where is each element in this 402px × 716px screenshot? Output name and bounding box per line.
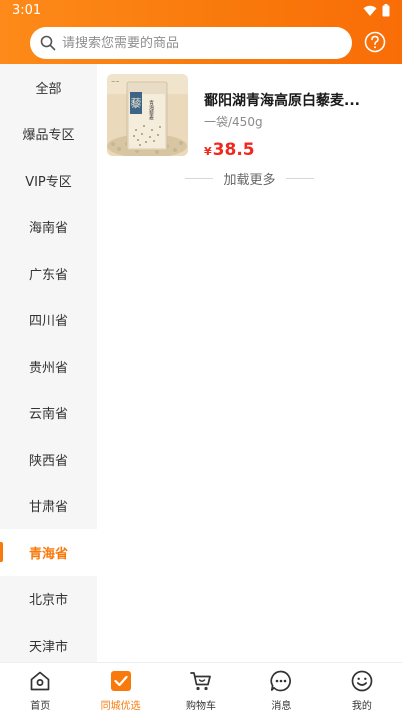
sidebar-item-label: 四川省 <box>28 314 68 330</box>
search-input[interactable] <box>62 35 342 51</box>
sidebar-item-shaanxi[interactable]: 陕西省 <box>0 436 97 483</box>
sidebar-item-guangdong[interactable]: 广东省 <box>0 250 97 297</box>
search-box[interactable] <box>30 27 352 59</box>
sidebar-item-guizhou[interactable]: 贵州省 <box>0 343 97 390</box>
product-list: 藜 青海藜麦 ∽∽ 鄱阳湖青海高原白藜麦... 一袋/450g ¥38.5 加载… <box>97 64 402 662</box>
product-spec: 一袋/450g <box>204 115 263 129</box>
sidebar-item-label: 陕西省 <box>28 453 68 469</box>
status-time: 3:01 <box>12 3 42 18</box>
sidebar-item-label: 云南省 <box>28 407 68 423</box>
load-more[interactable]: 加载更多 <box>97 168 402 188</box>
sidebar-item-label: VIP专区 <box>25 174 72 190</box>
svg-text:∽∽: ∽∽ <box>111 79 119 85</box>
sidebar-item-label: 甘肃省 <box>28 500 68 516</box>
product-card[interactable]: 藜 青海藜麦 ∽∽ 鄱阳湖青海高原白藜麦... 一袋/450g ¥38.5 <box>107 74 397 160</box>
smile-icon <box>351 670 373 692</box>
sidebar-item-label: 全部 <box>35 81 62 97</box>
tab-label: 同城优选 <box>100 701 141 712</box>
quinoa-package-image: 藜 青海藜麦 ∽∽ <box>107 74 188 156</box>
product-price: ¥38.5 <box>204 140 255 160</box>
cart-icon <box>190 672 211 691</box>
sidebar-item-qinghai[interactable]: 青海省 <box>0 529 97 576</box>
product-name[interactable]: 鄱阳湖青海高原白藜麦... <box>204 90 394 110</box>
load-more-text: 加载更多 <box>223 172 276 188</box>
svg-text:藜: 藜 <box>131 97 142 110</box>
battery-icon <box>382 4 390 17</box>
sidebar-item-tianjin[interactable]: 天津市 <box>0 622 97 662</box>
sidebar-item-sichuan[interactable]: 四川省 <box>0 297 97 344</box>
tab-home[interactable]: 首页 <box>0 663 80 716</box>
tab-messages[interactable]: 消息 <box>241 663 321 716</box>
sidebar-item-label: 北京市 <box>28 593 68 609</box>
sidebar-item-label: 广东省 <box>28 267 68 283</box>
status-bar: 3:01 <box>0 0 402 22</box>
tab-local-select[interactable]: 同城优选 <box>80 663 160 716</box>
divider-line <box>185 177 214 179</box>
sidebar-item-label: 海南省 <box>28 221 68 237</box>
tab-label: 首页 <box>30 701 51 712</box>
sidebar-item-vip[interactable]: VIP专区 <box>0 157 97 204</box>
sidebar-item-yunnan[interactable]: 云南省 <box>0 390 97 437</box>
category-sidebar: 全部 爆品专区 VIP专区 海南省 广东省 四川省 贵州省 云南省 陕西省 甘肃… <box>0 64 97 662</box>
check-square-icon <box>110 671 131 691</box>
wifi-icon <box>363 5 377 17</box>
product-thumbnail[interactable]: 藜 青海藜麦 ∽∽ <box>107 74 188 156</box>
status-icons <box>363 4 390 17</box>
tab-label: 我的 <box>351 701 372 712</box>
message-icon <box>270 670 292 692</box>
svg-text:青海藜麦: 青海藜麦 <box>148 99 154 121</box>
price-value: 38.5 <box>212 140 255 160</box>
sidebar-item-label: 青海省 <box>28 546 68 562</box>
tab-label: 购物车 <box>186 701 217 712</box>
divider-line <box>285 177 314 179</box>
tab-label: 消息 <box>271 701 292 712</box>
sidebar-item-label: 天津市 <box>28 639 68 655</box>
sidebar-item-label: 爆品专区 <box>22 128 75 144</box>
bottom-tab-bar: 首页 同城优选 购物车 消息 我的 <box>0 662 402 716</box>
currency-symbol: ¥ <box>204 145 212 158</box>
sidebar-item-beijing[interactable]: 北京市 <box>0 576 97 623</box>
tab-mine[interactable]: 我的 <box>322 663 402 716</box>
sidebar-item-all[interactable]: 全部 <box>0 64 97 111</box>
sidebar-item-hainan[interactable]: 海南省 <box>0 204 97 251</box>
help-icon[interactable] <box>364 31 386 53</box>
search-icon <box>40 35 56 51</box>
sidebar-item-gansu[interactable]: 甘肃省 <box>0 483 97 530</box>
sidebar-item-hot[interactable]: 爆品专区 <box>0 111 97 158</box>
home-icon <box>30 671 50 691</box>
sidebar-item-label: 贵州省 <box>28 360 68 376</box>
tab-cart[interactable]: 购物车 <box>161 663 241 716</box>
header: 3:01 <box>0 0 402 64</box>
